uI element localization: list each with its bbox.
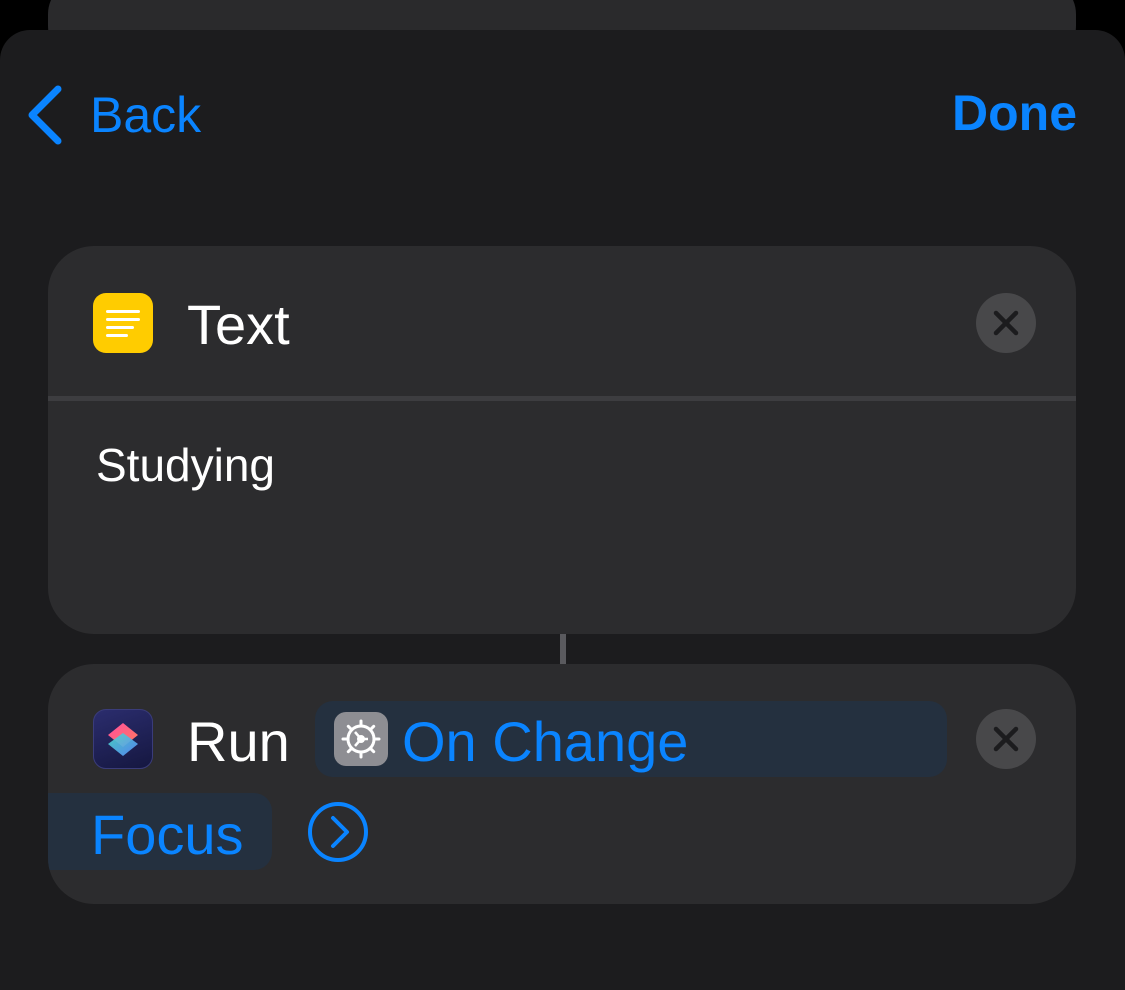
- back-label: Back: [90, 87, 202, 143]
- shortcut-name[interactable]: On Change: [402, 714, 688, 770]
- chevron-right-circle-icon[interactable]: [307, 801, 369, 863]
- gear-icon: [334, 712, 388, 766]
- remove-text-action-button[interactable]: [976, 293, 1036, 353]
- action-connector: [560, 634, 566, 664]
- back-button[interactable]: Back: [24, 84, 201, 146]
- input-parameter-label[interactable]: Focus: [91, 807, 244, 863]
- run-action-title: Run: [187, 710, 290, 773]
- shortcuts-icon: [93, 709, 153, 769]
- text-lines-icon: [93, 293, 153, 353]
- divider: [48, 396, 1076, 401]
- run-shortcut-action-card: Run On Change Focus: [48, 664, 1076, 904]
- close-icon: [993, 726, 1019, 752]
- done-button[interactable]: Done: [952, 88, 1077, 138]
- close-icon: [993, 310, 1019, 336]
- text-input-field[interactable]: Studying: [96, 442, 275, 488]
- chevron-left-icon: [28, 85, 62, 145]
- text-action-card: Text Studying: [48, 246, 1076, 634]
- remove-run-action-button[interactable]: [976, 709, 1036, 769]
- text-action-title: Text: [187, 293, 290, 356]
